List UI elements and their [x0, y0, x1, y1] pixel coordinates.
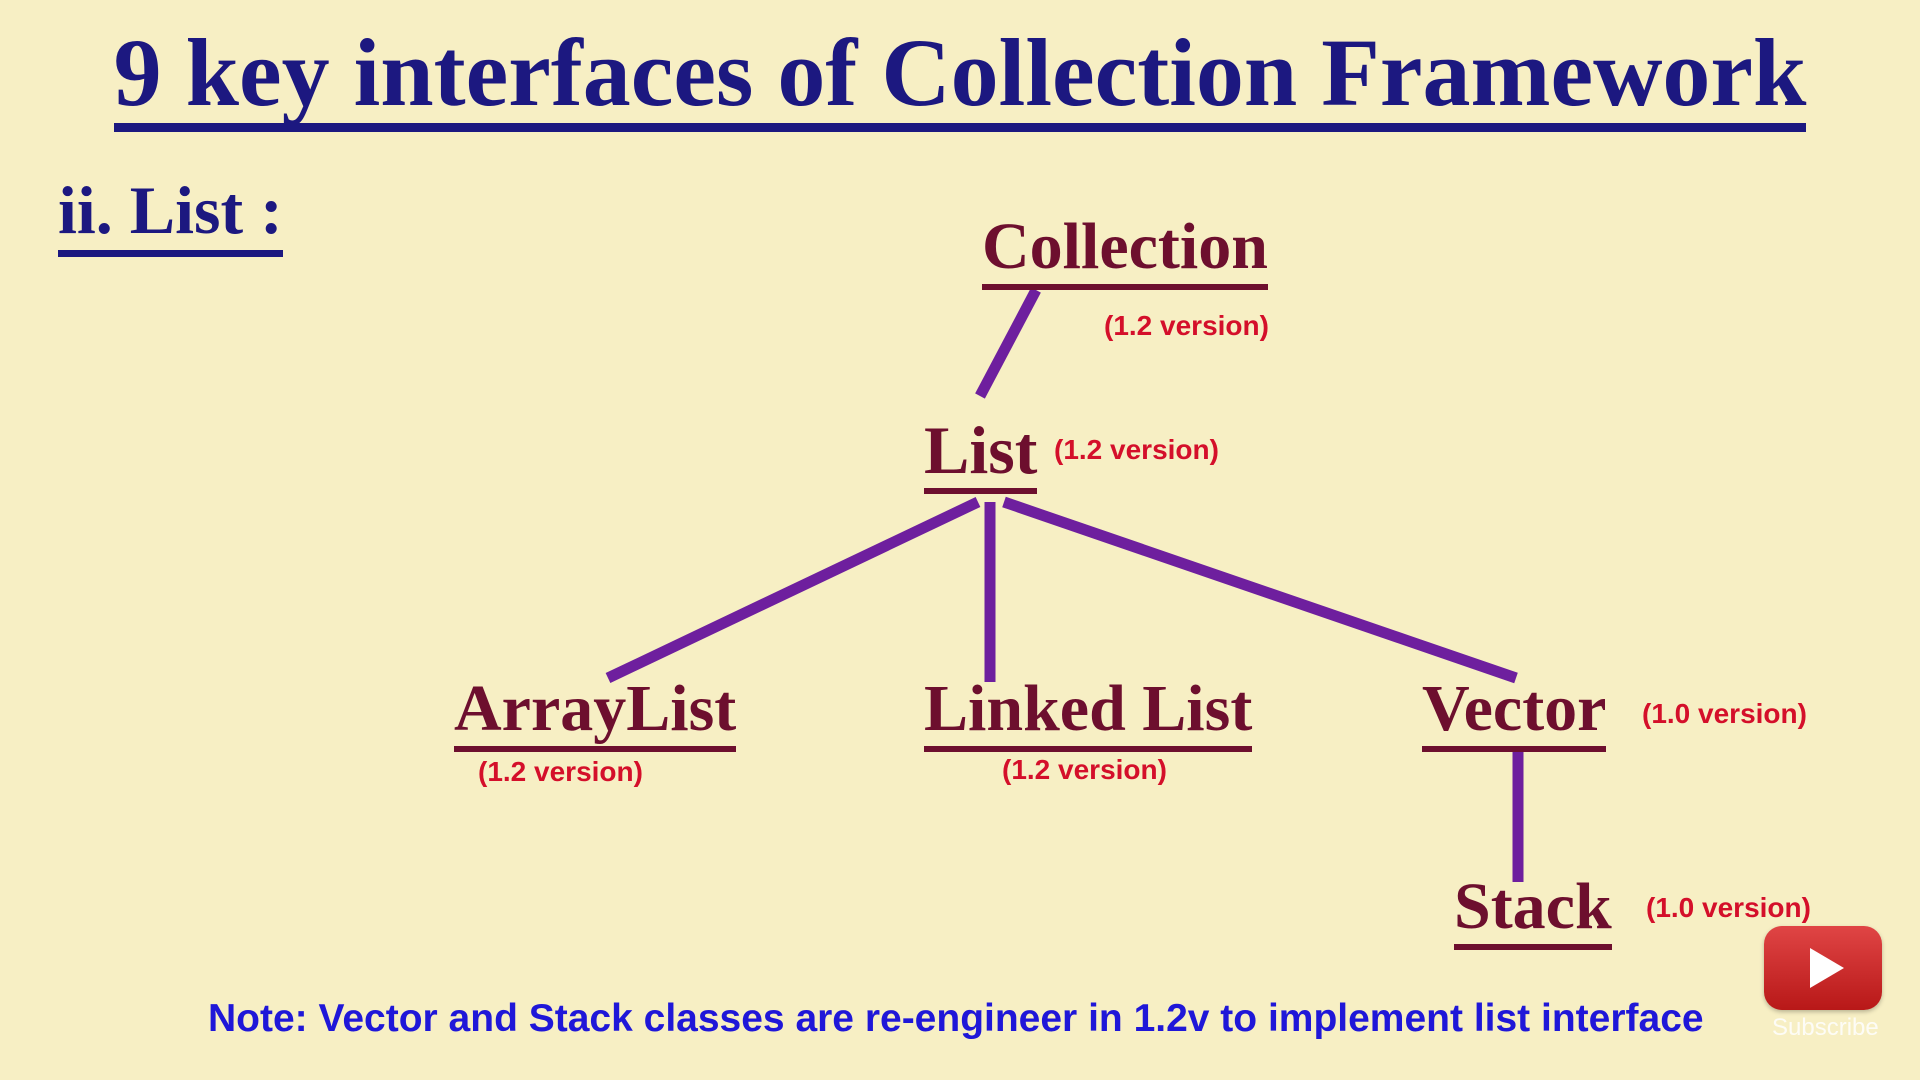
hierarchy-edges [605, 287, 1524, 882]
node-vector: Vector [1422, 676, 1607, 752]
play-icon [1810, 948, 1844, 988]
edge-list-arraylist [605, 497, 981, 683]
node-collection: Collection [982, 214, 1268, 290]
edge-collection-list [975, 287, 1041, 399]
node-arraylist: ArrayList [454, 676, 737, 752]
version-collection: (1.2 version) [1104, 310, 1269, 341]
subscribe-label[interactable]: Subscribe [1772, 1014, 1879, 1042]
version-list: (1.2 version) [1054, 434, 1219, 465]
youtube-subscribe-button[interactable] [1764, 926, 1882, 1010]
footer-note: Note: Vector and Stack classes are re-en… [208, 997, 1704, 1040]
edge-list-vector [1002, 496, 1518, 684]
version-vector: (1.0 version) [1642, 698, 1807, 729]
version-arraylist: (1.2 version) [478, 756, 643, 787]
version-linkedlist: (1.2 version) [1002, 754, 1167, 785]
node-list: List [924, 416, 1038, 494]
version-stack: (1.0 version) [1646, 892, 1811, 923]
node-linkedlist: Linked List [924, 676, 1253, 752]
node-stack: Stack [1454, 874, 1612, 950]
